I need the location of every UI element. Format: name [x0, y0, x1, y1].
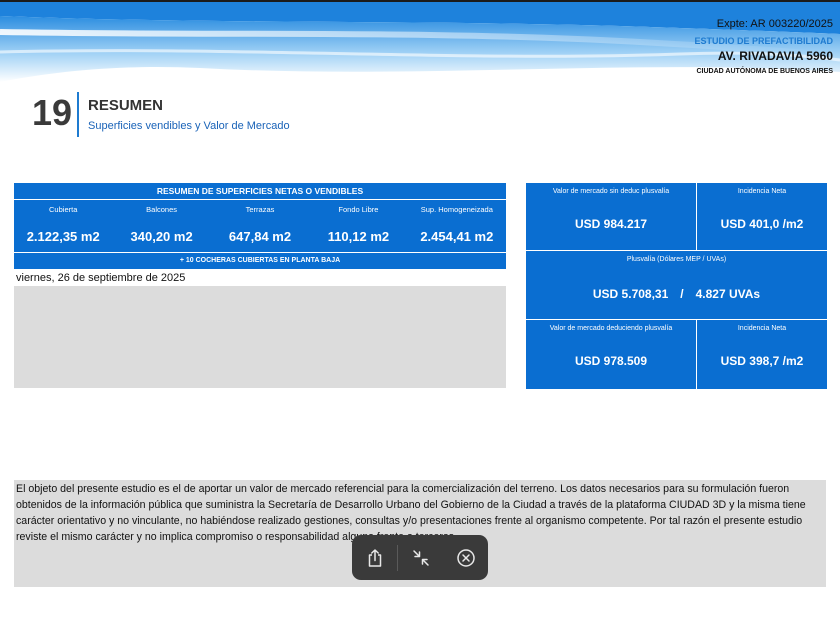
image-placeholder	[14, 286, 506, 388]
market-value-panel: Valor de mercado sin deduc plusvalía USD…	[526, 183, 827, 389]
plusvalia-cell: Plusvalía (Dólares MEP / UVAs) USD 5.708…	[526, 251, 827, 319]
parking-note: + 10 COCHERAS CUBIERTAS EN PLANTA BAJA	[14, 252, 506, 269]
surface-label: Terrazas	[245, 205, 275, 214]
document-header: Expte: AR 003220/2025 ESTUDIO DE PREFACT…	[694, 17, 833, 76]
net-incidence-1: Incidencia Neta USD 401,0 /m2	[697, 183, 827, 250]
section-number: 19	[32, 92, 73, 133]
market-value-with-deduction: Valor de mercado deduciendo plusvalía US…	[526, 320, 696, 389]
surface-balcones: Balcones 340,20 m2	[112, 201, 210, 251]
surface-cubierta: Cubierta 2.122,35 m2	[14, 201, 112, 251]
plusvalia-separator: /	[680, 287, 684, 301]
expediente-number: Expte: AR 003220/2025	[716, 18, 833, 30]
plusvalia-uva: 4.827 UVAs	[695, 287, 761, 301]
floating-toolbar	[352, 535, 488, 580]
surface-homogeneizada: Sup. Homogeneizada 2.454,41 m2	[408, 201, 506, 251]
city-name: CIUDAD AUTÓNOMA DE BUENOS AIRES	[696, 68, 833, 75]
close-circle-icon	[456, 548, 475, 567]
share-icon	[368, 548, 381, 567]
cell-label: Valor de mercado sin deduc plusvalía	[552, 188, 670, 195]
property-address: AV. RIVADAVIA 5960	[717, 49, 833, 63]
surface-label: Cubierta	[49, 205, 78, 214]
plusvalia-values: USD 5.708,31 / 4.827 UVAs	[526, 286, 827, 302]
surface-label: Fondo Libre	[338, 205, 379, 214]
surface-value: 647,84 m2	[228, 229, 292, 244]
close-button[interactable]	[443, 535, 488, 580]
collapse-button[interactable]	[398, 535, 443, 580]
section-title: RESUMEN	[88, 97, 164, 114]
surfaces-title: RESUMEN DE SUPERFICIES NETAS O VENDIBLES	[14, 183, 506, 200]
cell-value: USD 978.509	[574, 354, 648, 368]
surfaces-columns: Cubierta 2.122,35 m2 Balcones 340,20 m2 …	[14, 201, 506, 251]
surfaces-summary-panel: RESUMEN DE SUPERFICIES NETAS O VENDIBLES…	[14, 183, 506, 269]
surface-value: 2.454,41 m2	[420, 229, 494, 244]
cell-value: USD 398,7 /m2	[720, 354, 804, 368]
section-subtitle: Superficies vendibles y Valor de Mercado	[88, 120, 290, 132]
surface-terrazas: Terrazas 647,84 m2	[211, 201, 309, 251]
document-date: viernes, 26 de septiembre de 2025	[16, 272, 186, 284]
cell-label: Valor de mercado deduciendo plusvalía	[549, 325, 673, 332]
plusvalia-usd: USD 5.708,31	[592, 287, 669, 301]
share-button[interactable]	[352, 535, 397, 580]
surface-value: 340,20 m2	[130, 229, 193, 244]
market-value-without-deduction: Valor de mercado sin deduc plusvalía USD…	[526, 183, 696, 250]
collapse-icon	[412, 549, 429, 566]
cell-value: USD 984.217	[574, 217, 648, 231]
cell-label: Incidencia Neta	[737, 325, 787, 332]
surface-fondo-libre: Fondo Libre 110,12 m2	[309, 201, 407, 251]
surface-value: 2.122,35 m2	[26, 229, 100, 244]
section-divider	[77, 92, 79, 137]
surface-label: Sup. Homogeneizada	[420, 205, 493, 214]
cell-value: USD 401,0 /m2	[720, 217, 804, 231]
net-incidence-2: Incidencia Neta USD 398,7 /m2	[697, 320, 827, 389]
cell-label: Incidencia Neta	[737, 188, 787, 195]
surface-value: 110,12 m2	[327, 229, 390, 244]
surface-label: Balcones	[146, 205, 178, 214]
cell-label: Plusvalía (Dólares MEP / UVAs)	[626, 256, 727, 263]
study-type: ESTUDIO DE PREFACTIBILIDAD	[694, 36, 833, 46]
